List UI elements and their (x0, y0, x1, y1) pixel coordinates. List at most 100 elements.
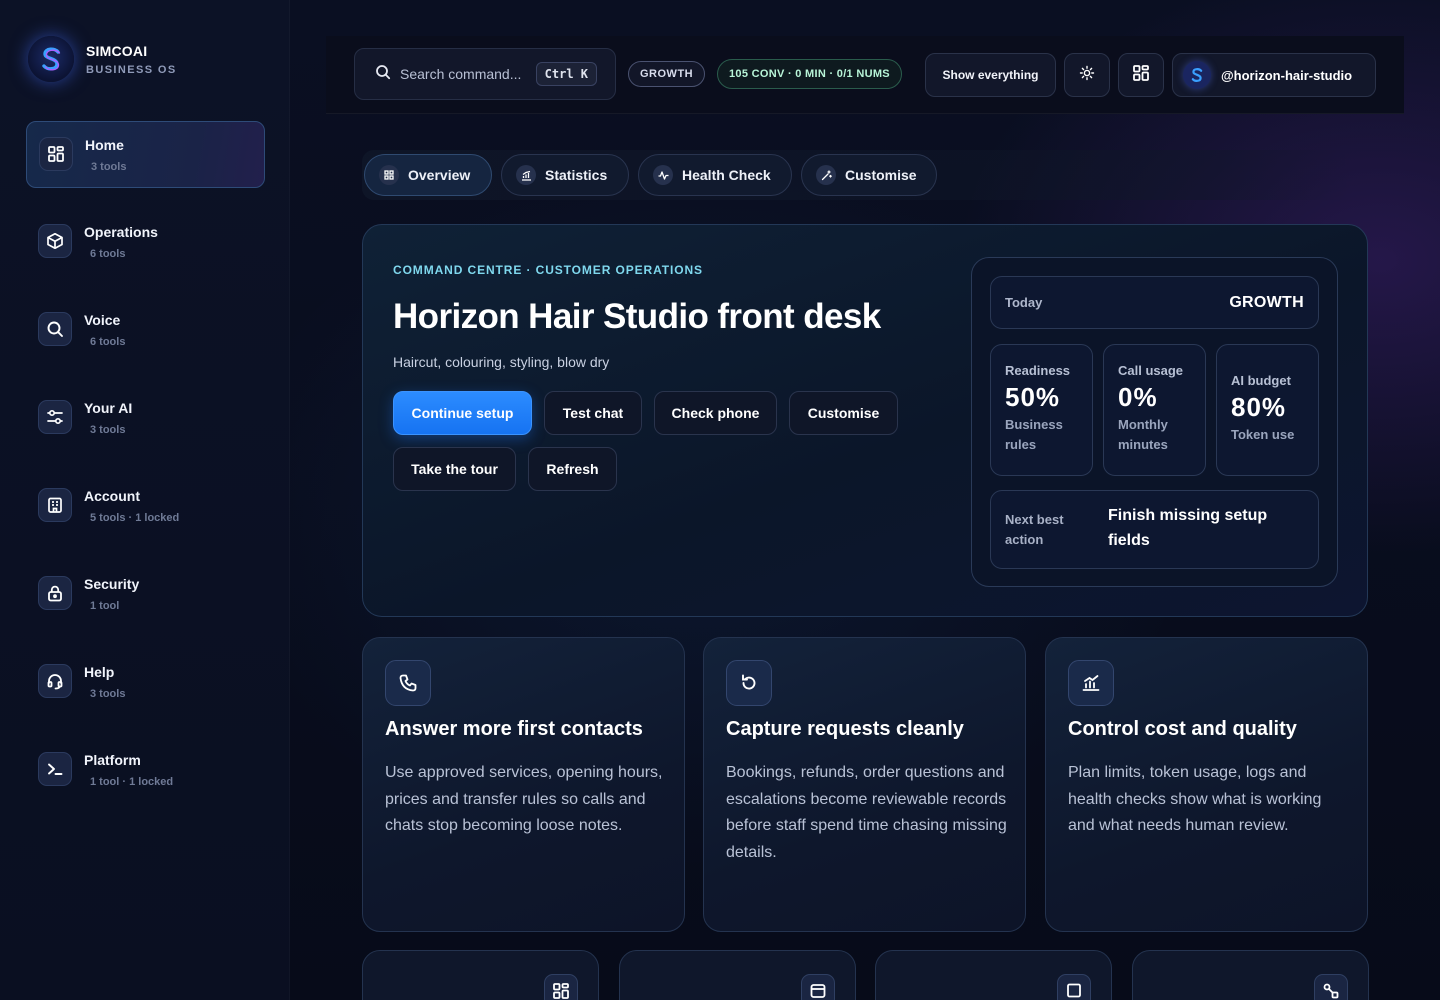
stat-label: Readiness (1005, 363, 1071, 378)
card-title: Control cost and quality (1068, 718, 1297, 740)
sidebar-item-label: Voice (84, 312, 121, 328)
tab-customise[interactable]: Customise (801, 154, 937, 196)
profile-name: @horizon-hair-studio (1221, 67, 1353, 83)
sidebar-item-label: Help (84, 664, 115, 680)
tab-health-check[interactable]: Health Check (638, 154, 792, 196)
sidebar-item-label: Your AI (84, 400, 133, 416)
sidebar-item-count: 3 tools (90, 424, 126, 436)
page-title: Horizon Hair Studio front desk (393, 297, 881, 336)
sidebar-item-voice[interactable]: Voice 6 tools (26, 297, 265, 364)
sidebar: SIMCOAI BUSINESS OS Home 3 tools Operatio… (0, 0, 290, 1000)
sidebar-item-security[interactable]: Security 1 tool (26, 561, 265, 628)
brand-logo-icon (28, 36, 74, 82)
stat-value: 0% (1118, 382, 1158, 412)
tab-label: Customise (845, 167, 917, 183)
next-action-label: Next best action (1005, 512, 1064, 547)
sidebar-item-label: Home (85, 137, 124, 153)
pulse-icon (653, 165, 673, 185)
brand-subtitle: BUSINESS OS (86, 63, 177, 76)
sliders-icon (38, 400, 72, 434)
chart-icon (516, 165, 536, 185)
search-box[interactable]: Search command... Ctrl K (354, 48, 616, 100)
feature-card: Capture requests cleanly Bookings, refun… (703, 637, 1026, 932)
feature-card: Answer more first contacts Use approved … (362, 637, 685, 932)
avatar (1183, 61, 1211, 89)
search-input[interactable]: Search command... (400, 66, 527, 82)
tab-label: Health Check (682, 167, 771, 183)
sidebar-item-platform[interactable]: Platform 1 tool · 1 locked (26, 737, 265, 804)
wand-icon (816, 165, 836, 185)
sidebar-item-count: 5 tools · 1 locked (90, 512, 180, 524)
chart-icon (1068, 660, 1114, 706)
sidebar-item-your-ai[interactable]: Your AI 3 tools (26, 385, 265, 452)
top-bar: Search command... Ctrl K GROWTH 105 CONV… (326, 36, 1404, 114)
shortcut-hint: Ctrl K (535, 62, 597, 86)
workflow-icon (1314, 974, 1348, 1000)
next-best-action[interactable]: Next best action Finish missing setup fi… (990, 490, 1319, 569)
stat-label: AI budget (1231, 373, 1291, 388)
card-title: Capture requests cleanly (726, 718, 964, 740)
terminal-icon (38, 752, 72, 786)
tab-label: Statistics (545, 167, 608, 183)
stat-value: 80% (1231, 392, 1287, 422)
message-icon (1057, 974, 1091, 1000)
tool-card[interactable] (1132, 950, 1369, 1000)
sidebar-item-label: Operations (84, 224, 158, 240)
stat-sub: Token use (1231, 427, 1295, 442)
tool-card[interactable] (362, 950, 599, 1000)
phone-icon (385, 660, 431, 706)
hero-panel: COMMAND CENTRE · CUSTOMER OPERATIONS Hor… (362, 224, 1368, 617)
sidebar-item-label: Account (84, 488, 140, 504)
hero-eyebrow: COMMAND CENTRE · CUSTOMER OPERATIONS (393, 263, 703, 277)
tab-statistics[interactable]: Statistics (501, 154, 629, 196)
refresh-icon (726, 660, 772, 706)
call-usage-stat: Call usage 0% Monthly minutes (1103, 344, 1206, 476)
tab-overview[interactable]: Overview (364, 154, 492, 196)
sidebar-item-count: 3 tools (90, 688, 126, 700)
brand-name: SIMCOAI (86, 42, 148, 59)
card-body: Use approved services, opening hours, pr… (385, 764, 663, 835)
sidebar-item-count: 6 tools (90, 248, 126, 260)
theme-toggle-button[interactable] (1064, 53, 1110, 97)
box-icon (38, 224, 72, 258)
customise-button[interactable]: Customise (789, 391, 898, 435)
today-label: Today (1005, 295, 1043, 310)
tool-card[interactable] (875, 950, 1112, 1000)
tab-label: Overview (408, 167, 471, 183)
lock-icon (38, 576, 72, 610)
profile-button[interactable]: @horizon-hair-studio (1172, 53, 1376, 97)
brand[interactable]: SIMCOAI BUSINESS OS (28, 36, 177, 82)
grid-icon (1132, 64, 1150, 87)
sidebar-item-operations[interactable]: Operations 6 tools (26, 209, 265, 276)
take-tour-button[interactable]: Take the tour (393, 447, 516, 491)
show-everything-button[interactable]: Show everything (925, 53, 1056, 97)
layout-button[interactable] (1118, 53, 1164, 97)
sidebar-item-count: 1 tool · 1 locked (90, 776, 174, 788)
today-row: Today GROWTH (990, 276, 1319, 329)
stats-panel: Today GROWTH Readiness 50% Business rule… (971, 257, 1338, 587)
headset-icon (38, 664, 72, 698)
stat-label: Call usage (1118, 363, 1184, 378)
feature-card: Control cost and quality Plan limits, to… (1045, 637, 1368, 932)
sidebar-item-home[interactable]: Home 3 tools (26, 121, 265, 188)
today-plan: GROWTH (1229, 293, 1304, 311)
test-chat-button[interactable]: Test chat (544, 391, 642, 435)
sidebar-item-count: 3 tools (91, 161, 127, 173)
sidebar-item-help[interactable]: Help 3 tools (26, 649, 265, 716)
grid-icon (39, 137, 73, 171)
tool-card[interactable] (619, 950, 856, 1000)
continue-setup-button[interactable]: Continue setup (393, 391, 532, 435)
search-icon (38, 312, 72, 346)
overview-icon (379, 165, 399, 185)
stat-sub: Monthly minutes (1118, 417, 1168, 452)
card-icon (801, 974, 835, 1000)
ai-budget-stat: AI budget 80% Token use (1216, 344, 1319, 476)
check-phone-button[interactable]: Check phone (654, 391, 777, 435)
building-icon (38, 488, 72, 522)
hero-subtitle: Haircut, colouring, styling, blow dry (393, 354, 610, 370)
refresh-button[interactable]: Refresh (528, 447, 617, 491)
usage-badge: 105 CONV · 0 MIN · 0/1 NUMS (717, 59, 902, 89)
card-title: Answer more first contacts (385, 718, 643, 740)
sidebar-item-account[interactable]: Account 5 tools · 1 locked (26, 473, 265, 540)
grid-icon (544, 974, 578, 1000)
